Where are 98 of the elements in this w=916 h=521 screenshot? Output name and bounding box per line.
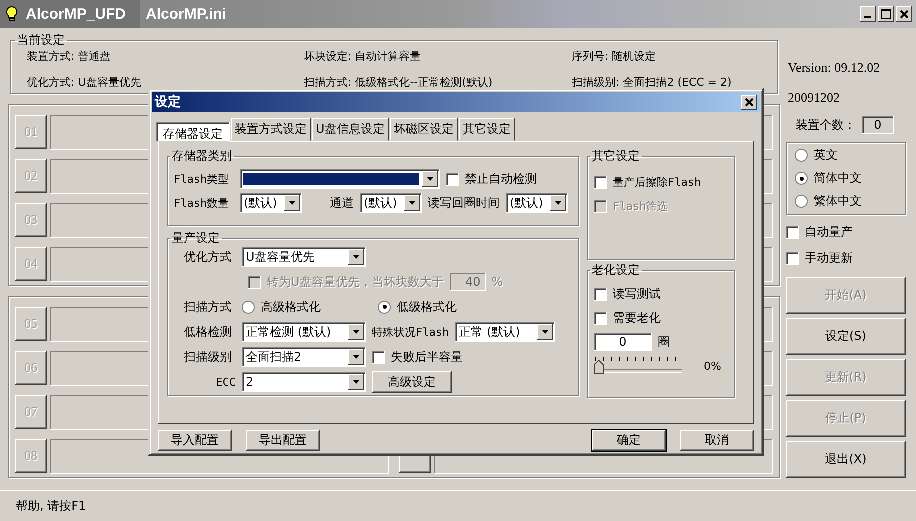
checkbox-label: 禁止自动检测 [465,170,537,188]
radio-button[interactable] [378,300,391,314]
field-label: 低格检测 [183,324,233,340]
caret-icon [554,201,562,205]
caret-icon [352,380,360,384]
checkbox[interactable] [786,226,799,239]
setting-text: 优化方式: U盘容量优先 [27,75,142,90]
checkbox[interactable] [594,176,607,188]
caret-icon [352,355,360,359]
checkbox[interactable] [446,172,459,186]
tab[interactable]: 装置方式设定 [231,118,311,141]
checkbox-label: 转为U盘容量优先，当坏块数大于 [267,274,444,290]
unit-text: 圈 [658,334,670,350]
lightbulb-icon [6,6,18,22]
import-config-button[interactable]: 导入配置 [158,430,232,451]
setting-text: 序列号: 随机设定 [572,49,658,64]
field-label: 扫描级别 [183,348,233,366]
radio-label: 英文 [814,147,838,164]
checkbox-label: 自动量产 [805,224,853,241]
radio-label: 高级格式化 [261,298,321,316]
setting-text: 扫描方式: 低级格式化--正常检测(默认) [304,75,494,90]
flash-type-dropdown[interactable] [240,169,440,189]
rounds-field[interactable]: 0 [594,333,652,351]
field-label: Flash类型 [174,172,230,186]
dropdown[interactable]: U盘容量优先 [242,247,366,267]
checkbox-label: Flash筛选 [613,198,668,214]
setting-text: 坏块设定: 自动计算容量 [304,49,422,64]
caret-icon [408,201,416,205]
close-button[interactable] [896,6,912,22]
file-name: AlcorMP.ini [145,4,228,24]
checkbox[interactable] [372,350,385,364]
unit-text: % [492,275,504,289]
minimize-button[interactable] [860,6,876,22]
build-date: 20091202 [787,90,841,106]
progress-reading: 0% [704,360,722,372]
close-icon [744,98,754,106]
field-label: 读写回圈时间 [428,194,500,212]
group-title: 其它设定 [591,148,641,165]
checkbox-label: 失败后半容量 [391,348,463,366]
dialog-title: 设定 [155,94,181,111]
slider-thumb[interactable] [594,360,604,374]
caret-icon [288,201,296,205]
device-count-field: 0 [862,116,894,134]
radio-button[interactable] [242,300,255,314]
group-title: 老化设定 [591,262,641,279]
caret-icon [542,330,549,334]
checkbox[interactable] [594,312,607,324]
dropdown[interactable]: 全面扫描2 [242,347,366,367]
field-label: ECC [215,376,236,388]
maximize-icon [881,9,891,19]
field-label: 优化方式 [183,248,233,266]
radio-label: 低级格式化 [397,298,457,316]
export-config-button[interactable]: 导出配置 [246,430,320,451]
field-label: Flash数量 [174,196,230,210]
radio-label: 繁体中文 [814,193,862,210]
status-text: 帮助, 请按F1 [0,490,916,521]
window-title: AlcorMP_UFD [26,6,126,22]
tab[interactable]: 其它设定 [458,118,515,141]
field-label: 扫描方式 [183,298,233,316]
group-title: 量产设定 [171,230,221,247]
radio-button[interactable] [795,195,808,208]
cancel-button[interactable]: 取消 [680,430,754,451]
caret-icon [426,177,434,181]
dropdown[interactable]: (默认) [506,193,568,213]
setting-text: 装置方式: 普通盘 [27,49,112,64]
close-icon [900,10,908,18]
tab[interactable]: U盘信息设定 [312,118,389,141]
checkbox-label: 读写测试 [613,286,661,302]
checkbox[interactable] [594,288,607,300]
maximize-button[interactable] [878,6,894,22]
checkbox-label: 量产后擦除Flash [613,174,702,190]
radio-label: 简体中文 [814,170,862,187]
checkbox-label: 手动更新 [805,250,853,267]
dropdown[interactable]: 2 [242,372,366,392]
tab[interactable]: 存储器设定 [156,122,230,142]
field-label: 特殊状况Flash [372,324,450,340]
tab[interactable]: 坏磁区设定 [390,118,458,141]
device-count-label: 装置个数： [796,116,856,134]
version-text: Version: 09.12.02 [787,60,882,76]
dropdown[interactable]: (默认) [240,193,302,213]
radio-button[interactable] [795,172,808,185]
checkbox[interactable] [786,252,799,265]
setting-text: 扫描级别: 全面扫描2 (ECC = 2) [572,75,733,90]
caret-icon [352,330,360,334]
group-title: 当前设定 [16,32,66,49]
dropdown[interactable]: 正常 (默认) [455,322,556,342]
caret-icon [352,255,360,259]
dropdown[interactable]: (默认) [360,193,422,213]
dropdown[interactable]: 正常检测 (默认) [242,322,366,342]
field-label: 通道 [330,194,354,212]
ok-button[interactable]: 确定 [592,430,666,451]
action-button[interactable]: 退出(X) [786,441,906,478]
action-button[interactable]: 设定(S) [786,318,906,355]
close-button[interactable] [741,94,757,110]
advanced-settings-button[interactable]: 高级设定 [372,371,452,393]
radio-button[interactable] [795,149,808,162]
group-title: 存储器类别 [171,148,233,165]
checkbox-label: 需要老化 [613,310,661,326]
